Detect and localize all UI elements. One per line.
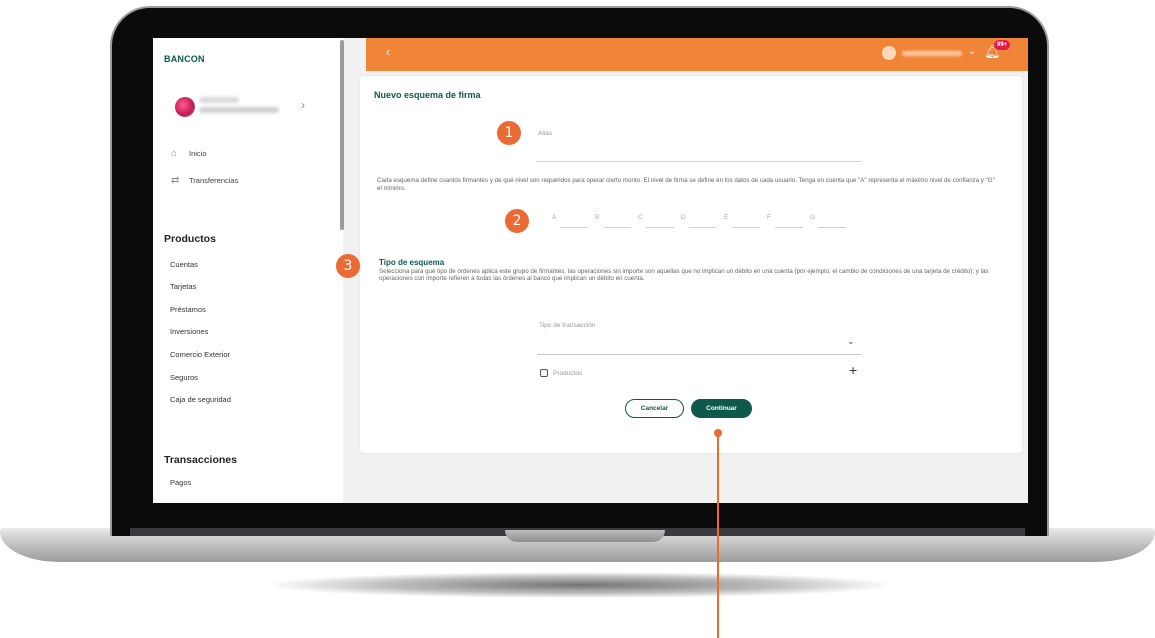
sidebar-item-label: Transferencias	[189, 176, 239, 185]
level-field-c[interactable]: C	[638, 214, 675, 228]
scheme-type-description: Selecciona para qué tipo de órdenes apli…	[379, 268, 989, 283]
alias-input[interactable]: Alias	[538, 130, 552, 137]
sidebar-item-prestamos[interactable]: Préstamos	[170, 305, 206, 314]
level-field-e[interactable]: E	[724, 214, 761, 228]
screen: BANCON › ⌂ Inicio ⇄ Transferencias Produ…	[153, 38, 1028, 503]
level-field-d[interactable]: D	[681, 214, 718, 228]
header-user-blurred	[902, 51, 962, 56]
user-company-blurred	[199, 107, 279, 113]
level-label: F	[767, 214, 771, 221]
sidebar-scrollbar[interactable]	[340, 40, 344, 230]
transfer-icon: ⇄	[171, 175, 180, 186]
level-field-g[interactable]: G	[810, 214, 847, 228]
stage: BANCON › ⌂ Inicio ⇄ Transferencias Produ…	[0, 0, 1155, 638]
level-label: C	[638, 214, 643, 221]
page-title: Nuevo esquema de firma	[374, 90, 481, 100]
laptop-shadow	[270, 572, 890, 598]
level-label: A	[552, 214, 557, 221]
sidebar-item-pagos[interactable]: Pagos	[170, 478, 191, 487]
section-title-transacciones: Transacciones	[164, 454, 237, 466]
transaction-type-select[interactable]: Tipo de transacción	[539, 322, 596, 329]
scheme-type-title: Tipo de esquema	[379, 258, 445, 267]
sidebar-item-caja-seguridad[interactable]: Caja de seguridad	[170, 395, 231, 404]
step-marker-1: 1	[497, 121, 521, 145]
sidebar-item-cuentas[interactable]: Cuentas	[170, 260, 198, 269]
alias-underline	[536, 161, 861, 162]
section-title-productos: Productos	[164, 233, 216, 245]
add-icon[interactable]: +	[849, 362, 857, 378]
continue-button[interactable]: Continuar	[691, 399, 752, 418]
back-icon[interactable]: ‹	[386, 45, 390, 59]
level-label: E	[724, 214, 729, 221]
scheme-description: Cada esquema define cuantos firmantes y …	[377, 177, 995, 192]
sidebar-item-comercio-exterior[interactable]: Comercio Exterior	[170, 350, 230, 359]
sidebar-item-transferencias[interactable]: ⇄ Transferencias	[171, 175, 238, 186]
chevron-down-icon[interactable]: ⌄	[968, 46, 976, 57]
cancel-button[interactable]: Cancelar	[625, 399, 684, 418]
level-label: G	[810, 214, 816, 221]
sidebar-item-inversiones[interactable]: Inversiones	[170, 327, 208, 336]
productos-checkbox-label: Productos	[553, 370, 583, 377]
chevron-right-icon: ›	[301, 98, 305, 112]
home-icon: ⌂	[171, 148, 178, 159]
header-avatar[interactable]	[882, 46, 896, 60]
sidebar-item-label: Inicio	[189, 149, 207, 158]
user-profile[interactable]: ›	[163, 92, 313, 122]
brand-logo: BANCON	[164, 54, 205, 64]
callout-line	[717, 432, 719, 638]
form-card: Nuevo esquema de firma Alias Cada esquem…	[360, 76, 1022, 453]
chevron-down-icon[interactable]: ⌄	[847, 336, 855, 347]
avatar	[175, 97, 195, 117]
level-field-a[interactable]: A	[552, 214, 589, 228]
sidebar-item-tarjetas[interactable]: Tarjetas	[170, 282, 196, 291]
productos-checkbox[interactable]	[540, 369, 548, 377]
transaction-type-underline	[537, 354, 861, 355]
step-marker-3: 3	[336, 254, 360, 278]
notification-badge: 99+	[994, 40, 1011, 50]
level-label: B	[595, 214, 600, 221]
sidebar: BANCON › ⌂ Inicio ⇄ Transferencias Produ…	[153, 38, 343, 503]
callout-dot	[714, 429, 722, 437]
signature-levels: A B C D E F G	[552, 214, 847, 228]
level-field-b[interactable]: B	[595, 214, 632, 228]
top-header: ‹ ⌄ 🔔︎ 99+	[366, 38, 1028, 71]
sidebar-item-inicio[interactable]: ⌂ Inicio	[171, 148, 207, 159]
sidebar-item-seguros[interactable]: Seguros	[170, 373, 198, 382]
laptop-notch	[505, 530, 665, 542]
user-name-blurred	[199, 97, 239, 103]
level-label: D	[681, 214, 686, 221]
level-field-f[interactable]: F	[767, 214, 804, 228]
step-marker-2: 2	[505, 209, 529, 233]
